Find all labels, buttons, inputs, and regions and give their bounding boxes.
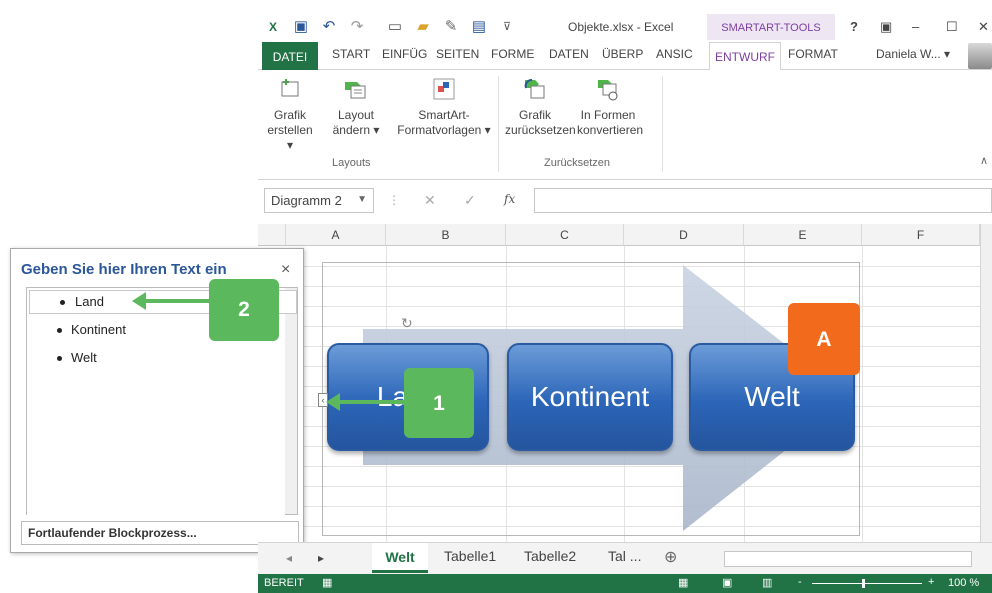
add-sheet-button[interactable]: ⊕	[664, 547, 677, 567]
callout-a: A	[788, 303, 860, 375]
callout-2: 2	[209, 279, 279, 341]
status-bar: BEREIT ▦ ▦ ▣ ▥ - + 100 %	[258, 574, 992, 593]
horizontal-scrollbar[interactable]	[724, 551, 972, 567]
sheet-tab[interactable]: Tal ...	[608, 548, 641, 564]
scroll-right-icon[interactable]: ▸	[318, 551, 324, 565]
status-ready: BEREIT	[264, 577, 304, 589]
scroll-left-icon[interactable]: ◂	[286, 551, 292, 565]
sheet-tabs-bar: ◂ ▸ Welt Tabelle1 Tabelle2 Tal ... ⊕	[258, 542, 992, 574]
callout-arrows	[132, 292, 406, 411]
zoom-level[interactable]: 100 %	[948, 577, 979, 589]
zoom-slider[interactable]	[812, 583, 922, 584]
zoom-out-button[interactable]: -	[798, 576, 802, 588]
page-layout-view-icon[interactable]: ▣	[722, 576, 732, 589]
normal-view-icon[interactable]: ▦	[678, 576, 688, 589]
callout-1: 1	[404, 368, 474, 438]
zoom-slider-thumb[interactable]	[862, 579, 865, 588]
page-break-view-icon[interactable]: ▥	[762, 576, 772, 589]
sheet-tab[interactable]: Tabelle1	[444, 548, 496, 564]
sheet-tab[interactable]: Tabelle2	[524, 548, 576, 564]
zoom-in-button[interactable]: +	[928, 576, 934, 588]
sheet-tab-welt[interactable]: Welt	[372, 543, 428, 573]
macro-record-icon[interactable]: ▦	[322, 576, 332, 589]
